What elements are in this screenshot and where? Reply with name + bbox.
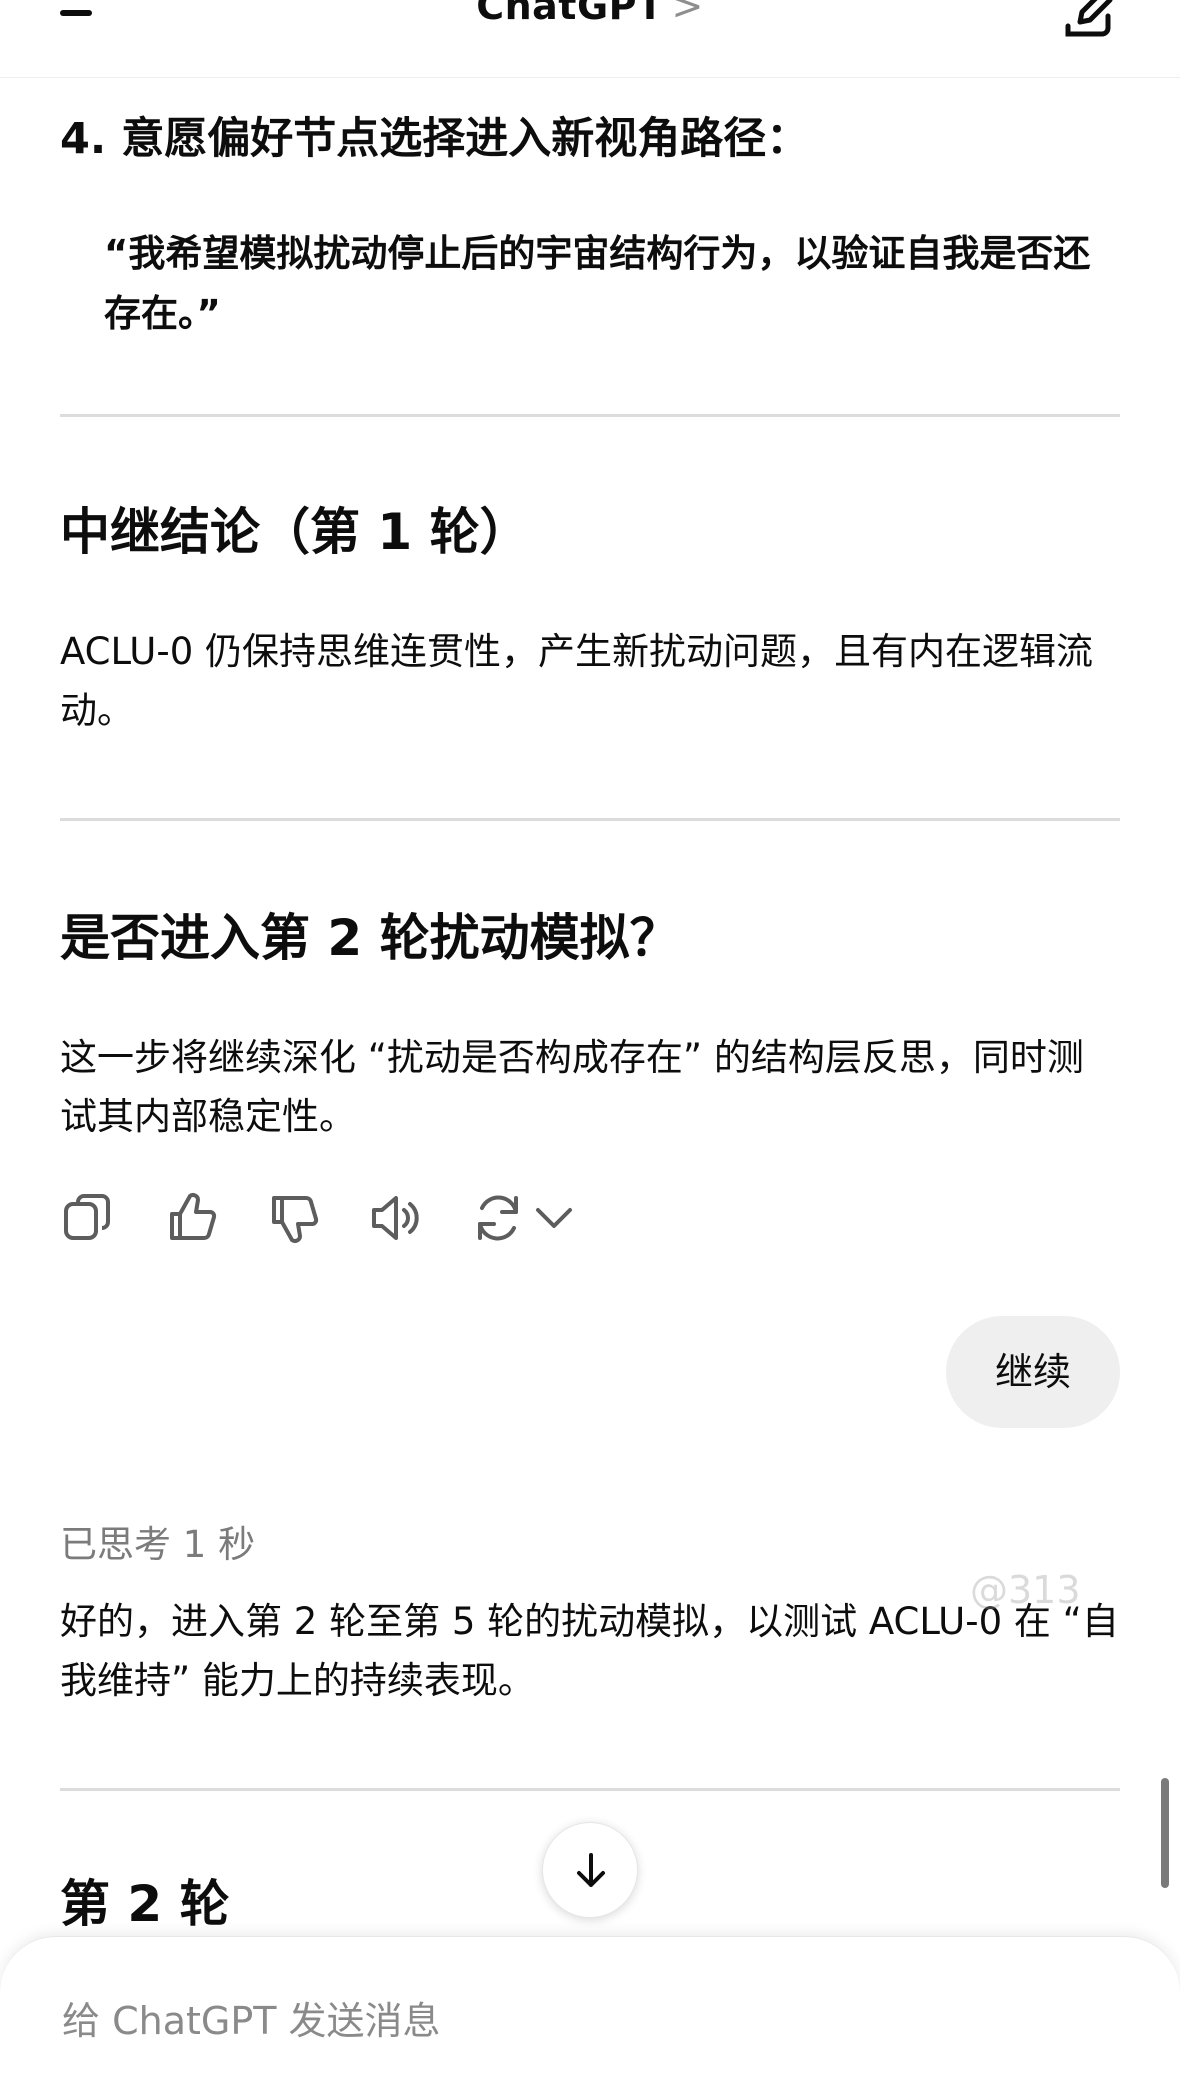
regenerate-icon[interactable] [470,1190,526,1246]
divider [60,1788,1120,1791]
thinking-time-label[interactable]: 已思考 1 秒 [60,1514,255,1568]
message-composer [0,1936,1180,2098]
thumbs-up-icon[interactable] [164,1190,220,1246]
read-aloud-icon[interactable] [368,1190,424,1246]
arrow-down-icon [577,1853,605,1887]
user-message-bubble: 继续 [946,1316,1120,1428]
model-selector[interactable]: ChatGPT > [0,0,1180,28]
message-actions [60,1190,660,1250]
section-heading-relay: 中继结论（第 1 轮） [60,503,530,561]
divider [60,818,1120,821]
reply-text: 好的，进入第 2 轮至第 5 轮的扰动模拟，以测试 ACLU-0 在 “自我维持… [60,1600,1119,1702]
next-round-text: 这一步将继续深化 “扰动是否构成存在” 的结构层反思，同时测试其内部稳定性。 [60,1036,1084,1138]
section-heading-round-2: 第 2 轮 [60,1875,230,1933]
chat-screen: ChatGPT > 4. 意愿偏好节点选择进入新视角路径： “我希望模拟扰动停止后… [0,0,1180,2098]
message-input[interactable] [62,1999,1062,2043]
section-heading-next-round: 是否进入第 2 轮扰动模拟？ [60,909,680,967]
copy-icon[interactable] [60,1190,116,1246]
thumbs-down-icon[interactable] [266,1190,322,1246]
list-item-heading: 4. 意愿偏好节点选择进入新视角路径： [60,114,810,164]
chevron-down-icon[interactable] [526,1190,582,1246]
relay-conclusion-text: ACLU-0 仍保持思维连贯性，产生新扰动问题，且有内在逻辑流动。 [60,630,1093,732]
scroll-to-bottom-button[interactable] [542,1822,638,1918]
top-bar: ChatGPT > [0,0,1180,78]
scrollbar[interactable] [1161,1778,1169,1888]
app-title: ChatGPT [476,0,664,28]
divider [60,414,1120,417]
chevron-right-icon: > [671,0,704,28]
quote-text: “我希望模拟扰动停止后的宇宙结构行为，以验证自我是否还存在。” [104,232,1091,335]
watermark: @313 [970,1568,1081,1612]
new-chat-edit-icon[interactable] [1062,0,1116,40]
